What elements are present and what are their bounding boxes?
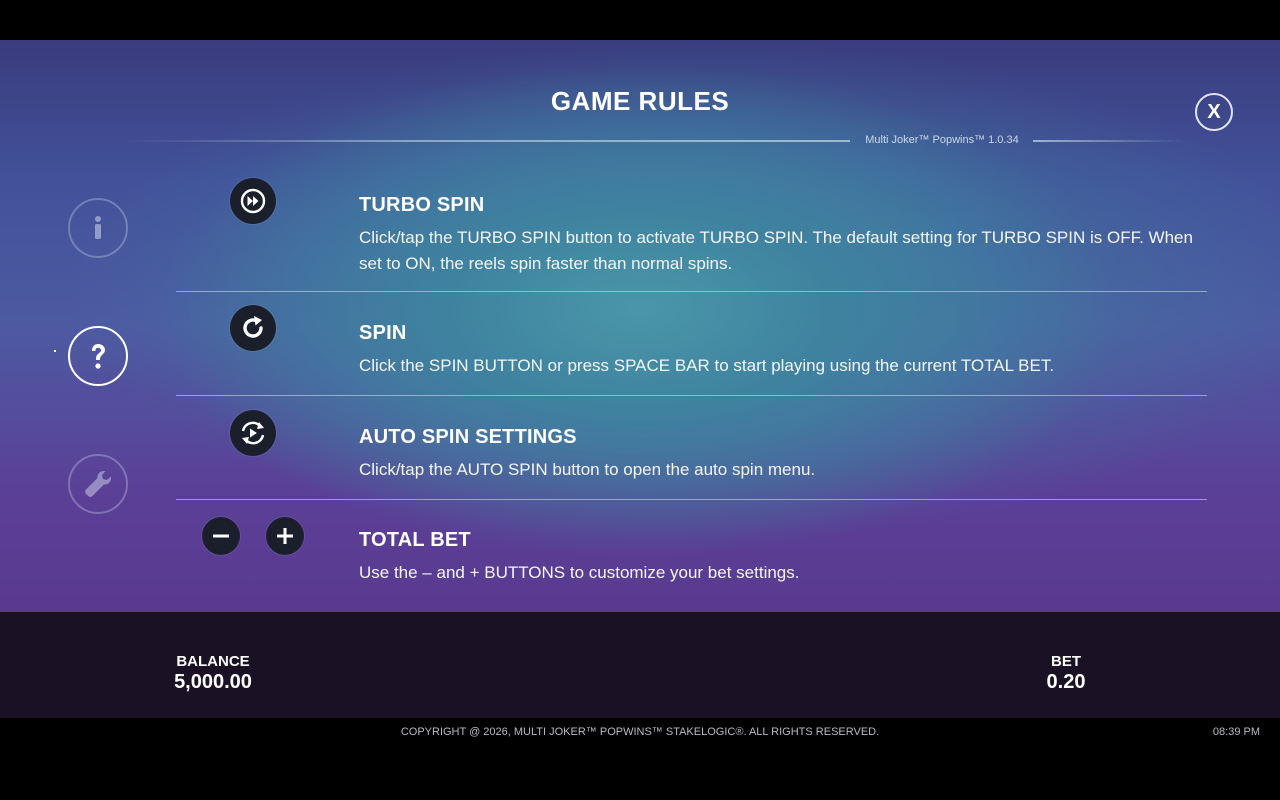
section-title-auto-spin: AUTO SPIN SETTINGS: [359, 426, 577, 448]
title-divider-left: [120, 140, 850, 142]
footer-panel: BALANCE 5,000.00 BET 0.20: [0, 612, 1280, 718]
section-text-auto-spin: Click/tap the AUTO SPIN button to open t…: [359, 460, 816, 479]
sidebar-item-game-rules[interactable]: [68, 326, 128, 386]
section-title-spin: SPIN: [359, 322, 407, 344]
section-title-total-bet: TOTAL BET: [359, 529, 471, 551]
auto-spin-icon: [230, 410, 276, 456]
question-icon: [92, 344, 105, 369]
version-label: Multi Joker™ Popwins™ 1.0.34: [865, 134, 1019, 146]
sidebar-item-settings[interactable]: [68, 454, 128, 514]
balance-value: 5,000.00: [174, 671, 252, 693]
copyright-text: COPYRIGHT @ 2026, MULTI JOKER™ POPWINS™ …: [400, 726, 880, 738]
top-black-bar: [0, 0, 1280, 40]
minus-icon: [202, 517, 240, 555]
section-divider: [176, 499, 1207, 500]
rules-panel: GAME RULES X Multi Joker™ Popwins™ 1.0.3…: [0, 40, 1280, 612]
section-divider: [176, 291, 1207, 292]
page-title: GAME RULES: [550, 86, 730, 116]
section-text-total-bet: Use the – and + BUTTONS to customize you…: [359, 563, 800, 582]
section-text-spin: Click the SPIN BUTTON or press SPACE BAR…: [359, 356, 1055, 375]
info-icon: [95, 216, 101, 239]
sidebar-item-info[interactable]: [68, 198, 128, 258]
bet-label: BET: [1051, 653, 1081, 670]
wrench-icon: [85, 471, 111, 497]
balance-label: BALANCE: [176, 653, 250, 670]
section-text-turbo-spin: Click/tap the TURBO SPIN button to activ…: [359, 228, 1193, 273]
close-button[interactable]: X: [1195, 93, 1233, 131]
plus-icon: [266, 517, 304, 555]
spin-icon: [230, 305, 276, 351]
section-divider: [176, 395, 1207, 396]
active-indicator-dot: [54, 350, 56, 352]
clock: 08:39 PM: [1212, 726, 1260, 738]
title-divider-right: [1033, 140, 1183, 142]
bet-value: 0.20: [1046, 671, 1086, 693]
section-title-turbo-spin: TURBO SPIN: [359, 194, 485, 216]
turbo-spin-icon: [230, 178, 276, 224]
